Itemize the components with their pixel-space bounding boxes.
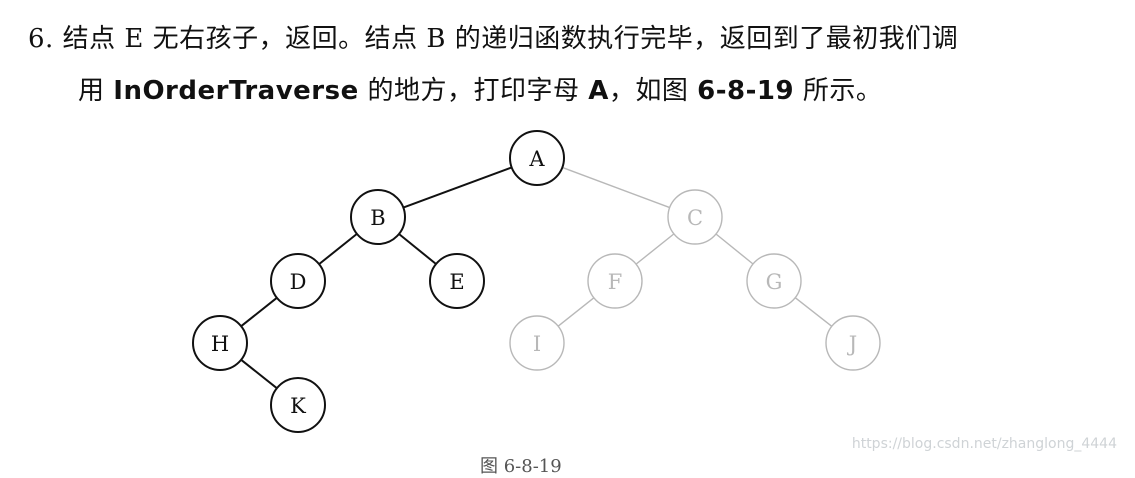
node-label: H [211, 332, 229, 356]
tree-nodes: A B C D E F G H I J K [192, 130, 881, 433]
tree-node-G: G [746, 253, 802, 309]
edge-D-H [240, 297, 278, 327]
edge-B-E [398, 233, 437, 265]
tree-node-A: A [509, 130, 565, 186]
node-label: G [766, 270, 783, 294]
edge-C-G [715, 233, 754, 265]
node-label: D [290, 270, 307, 294]
watermark-url: https://blog.csdn.net/zhanglong_4444 [851, 436, 1117, 452]
tree-node-D: D [270, 253, 326, 309]
tree-node-C: C [667, 189, 723, 245]
edge-F-I [557, 297, 595, 327]
node-label: B [370, 206, 385, 230]
binary-tree-diagram: A B C D E F G H I J K [192, 130, 881, 433]
edge-B-D [318, 233, 358, 265]
edge-G-J [794, 297, 833, 327]
tree-node-J: J [825, 315, 881, 371]
tree-node-B: B [350, 189, 406, 245]
node-label: F [608, 270, 623, 294]
tree-node-F: F [587, 253, 643, 309]
node-label: C [687, 206, 703, 230]
tree-node-H: H [192, 315, 248, 371]
edge-C-F [635, 233, 675, 265]
node-label: J [847, 332, 857, 356]
node-label: A [528, 147, 545, 171]
tree-node-K: K [270, 377, 326, 433]
figure-caption: 图 6-8-19 [480, 456, 562, 477]
tree-node-I: I [509, 315, 565, 371]
node-label: I [533, 332, 541, 356]
edge-H-K [240, 359, 278, 389]
tree-node-E: E [429, 253, 485, 309]
node-label: K [290, 394, 306, 418]
edge-A-C [562, 166, 670, 209]
edge-A-B [402, 166, 513, 209]
node-label: E [449, 270, 464, 294]
